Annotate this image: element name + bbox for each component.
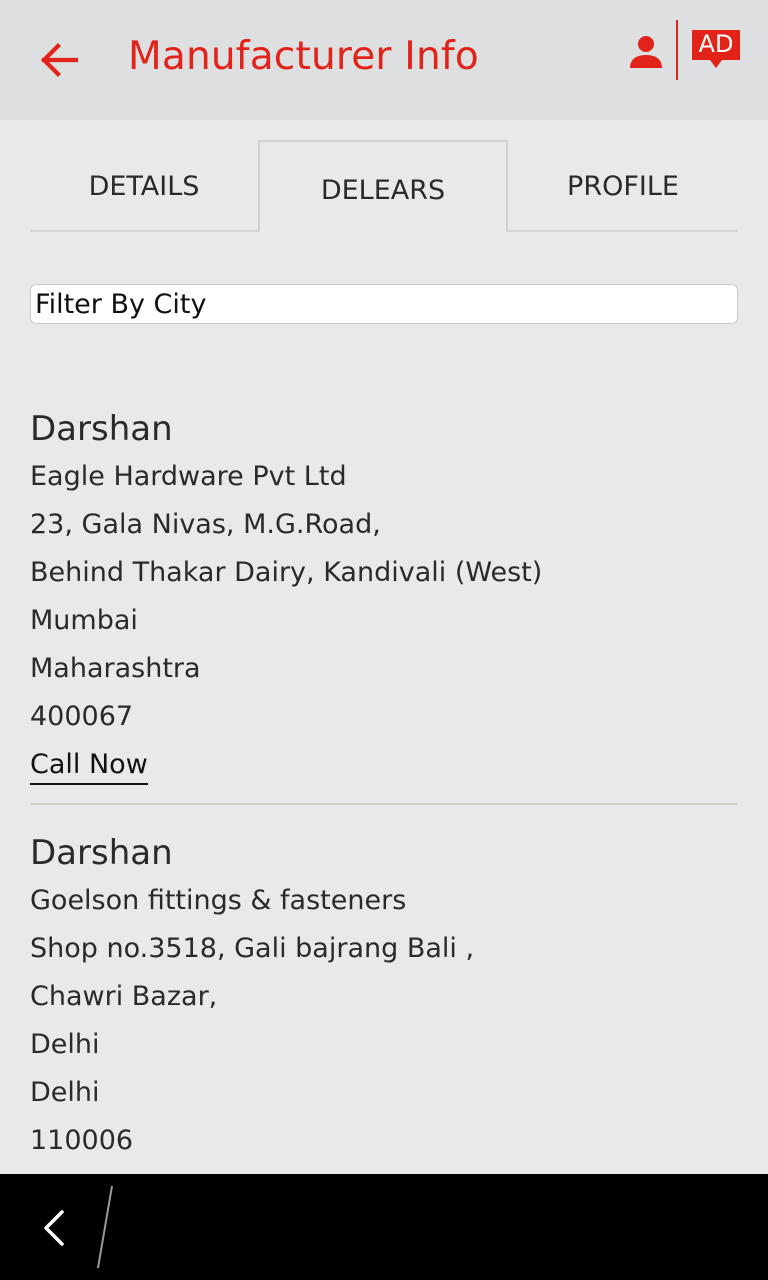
page-title: Manufacturer Info: [128, 34, 479, 79]
dealer-name: Darshan: [30, 833, 173, 873]
filter-by-city-input[interactable]: [30, 284, 738, 324]
tab-dealers[interactable]: DELEARS: [258, 140, 508, 232]
dealer-pincode: 110006: [30, 1125, 134, 1156]
tab-profile[interactable]: PROFILE: [508, 140, 738, 232]
call-now-link[interactable]: Call Now: [30, 747, 148, 785]
dealer-name: Darshan: [30, 409, 173, 449]
system-nav-bar: [0, 1174, 768, 1280]
dealer-city: Delhi: [30, 1029, 100, 1060]
tab-bar: DETAILS DELEARS PROFILE: [30, 140, 738, 232]
dealer-state: Maharashtra: [30, 653, 201, 684]
dealer-divider: [30, 803, 738, 805]
dealer-address-line-1: Shop no.3518, Gali bajrang Bali ,: [30, 933, 475, 964]
dealer-card: Darshan Eagle Hardware Pvt Ltd 23, Gala …: [30, 405, 738, 785]
dealer-pincode: 400067: [30, 701, 134, 732]
app-header: Manufacturer Info AD: [0, 0, 768, 120]
dealer-address-line-2: Behind Thakar Dairy, Kandivali (West): [30, 557, 543, 588]
app-root: Manufacturer Info AD DETAILS DELEARS PRO…: [0, 0, 768, 1280]
profile-button[interactable]: [622, 28, 670, 76]
header-divider: [676, 20, 678, 80]
dealer-city: Mumbai: [30, 605, 138, 636]
tab-details[interactable]: DETAILS: [30, 140, 258, 232]
dealer-state: Delhi: [30, 1077, 100, 1108]
nav-divider-slash: [97, 1185, 113, 1269]
arrow-left-icon: [41, 43, 79, 77]
person-icon: [630, 36, 662, 68]
back-button[interactable]: [36, 36, 84, 84]
dealer-company: Goelson fittings & fasteners: [30, 885, 407, 916]
ad-button[interactable]: AD: [690, 28, 742, 72]
dealer-card: Darshan Goelson fittings & fasteners Sho…: [30, 829, 738, 1165]
ad-label: AD: [698, 30, 734, 58]
chevron-left-icon: [44, 1210, 64, 1246]
dealer-address-line-1: 23, Gala Nivas, M.G.Road,: [30, 509, 381, 540]
system-back-button[interactable]: [30, 1200, 78, 1256]
dealer-company: Eagle Hardware Pvt Ltd: [30, 461, 347, 492]
dealer-address-line-2: Chawri Bazar,: [30, 981, 218, 1012]
